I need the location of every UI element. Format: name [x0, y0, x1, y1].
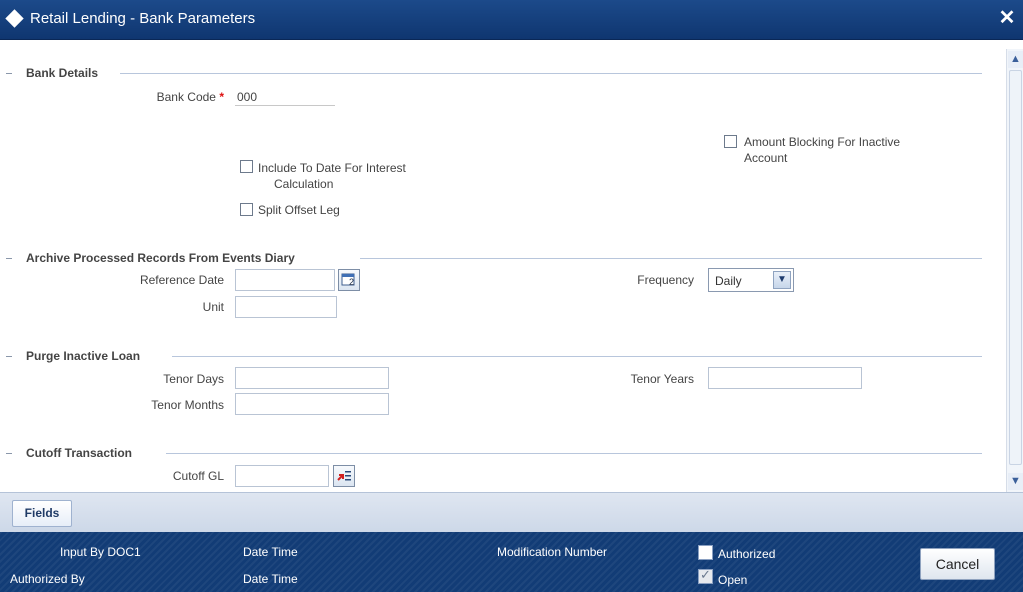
tenor-months-input[interactable]: [235, 393, 389, 415]
vertical-scrollbar[interactable]: ▲ ▼: [1006, 49, 1023, 492]
date-time-label-2: Date Time: [243, 572, 298, 586]
section-title-purge: Purge Inactive Loan: [26, 349, 145, 363]
authorized-by-label: Authorized By: [10, 572, 85, 586]
date-time-label: Date Time: [243, 545, 298, 559]
unit-label: Unit: [202, 300, 224, 314]
include-to-date-label-line1: Include To Date For Interest: [258, 161, 406, 175]
input-by-label: Input By DOC1: [60, 545, 141, 559]
cutoff-gl-input[interactable]: [235, 465, 329, 487]
open-checkbox: ✓: [698, 567, 713, 584]
tenor-months-label: Tenor Months: [151, 398, 224, 412]
open-label: Open: [718, 573, 748, 587]
list-of-values-icon-graphic: [337, 471, 351, 481]
frequency-select[interactable]: Daily ▼: [708, 268, 794, 292]
cutoff-gl-label: Cutoff GL: [172, 469, 224, 483]
section-dash: [6, 356, 12, 357]
amount-blocking-label: Amount Blocking For Inactive Account: [744, 134, 900, 166]
tab-strip: Fields: [0, 492, 1023, 532]
amount-blocking-label-line2: Account: [744, 151, 788, 165]
close-icon[interactable]: ✕: [997, 6, 1017, 30]
bank-code-label: Bank Code *: [120, 90, 224, 104]
content-area: Bank Details Bank Code * 000 Amount Bloc…: [0, 40, 1006, 492]
section-rule: [360, 258, 982, 259]
required-mark: *: [219, 90, 224, 104]
tenor-years-label: Tenor Years: [630, 372, 694, 386]
tab-fields[interactable]: Fields: [12, 500, 72, 527]
title-bar: Retail Lending - Bank Parameters ✕: [0, 0, 1023, 40]
section-dash: [6, 73, 12, 74]
tenor-days-label: Tenor Days: [163, 372, 224, 386]
chevron-down-icon[interactable]: ▼: [773, 271, 791, 289]
bank-code-underline: [235, 105, 335, 106]
section-dash: [6, 453, 12, 454]
reference-date-input[interactable]: [235, 269, 335, 291]
authorized-label: Authorized: [718, 547, 776, 561]
include-to-date-label-line2: Calculation: [274, 177, 334, 191]
scroll-up-icon[interactable]: ▲: [1008, 51, 1023, 68]
amount-blocking-label-line1: Amount Blocking For Inactive: [744, 135, 901, 149]
list-of-values-icon[interactable]: [333, 465, 355, 487]
calendar-icon-graphic: 2: [341, 273, 355, 287]
section-rule: [120, 73, 982, 74]
split-offset-checkbox[interactable]: [240, 203, 253, 216]
section-title-bank-details: Bank Details: [26, 66, 103, 80]
authorized-checkbox: [698, 545, 713, 560]
section-title-archive: Archive Processed Records From Events Di…: [26, 251, 299, 265]
frequency-label: Frequency: [637, 273, 694, 287]
include-to-date-label: Include To Date For Interest Calculation: [258, 160, 406, 192]
scrollbar-thumb[interactable]: [1009, 70, 1022, 465]
section-dash: [6, 258, 12, 259]
checkmark-icon: ✓: [700, 567, 711, 582]
audit-footer: Input By DOC1 Date Time Modification Num…: [0, 532, 1023, 592]
scroll-down-icon[interactable]: ▼: [1008, 473, 1023, 490]
window-title: Retail Lending - Bank Parameters: [30, 10, 256, 27]
split-offset-label: Split Offset Leg: [258, 203, 340, 217]
amount-blocking-checkbox[interactable]: [724, 135, 737, 148]
svg-text:2: 2: [349, 277, 354, 287]
frequency-selected-value: Daily: [715, 274, 742, 288]
include-to-date-checkbox[interactable]: [240, 160, 253, 173]
bank-code-value: 000: [237, 90, 258, 104]
bank-code-label-text: Bank Code: [156, 90, 216, 104]
modification-number-label: Modification Number: [497, 545, 608, 559]
tenor-days-input[interactable]: [235, 367, 389, 389]
section-rule: [166, 453, 982, 454]
cancel-button[interactable]: Cancel: [920, 548, 995, 580]
section-title-cutoff: Cutoff Transaction: [26, 446, 137, 460]
unit-input[interactable]: [235, 296, 337, 318]
calendar-icon[interactable]: 2: [338, 269, 360, 291]
app-diamond-icon: [5, 9, 24, 28]
tenor-years-input[interactable]: [708, 367, 862, 389]
reference-date-label: Reference Date: [139, 273, 224, 287]
section-rule: [172, 356, 982, 357]
